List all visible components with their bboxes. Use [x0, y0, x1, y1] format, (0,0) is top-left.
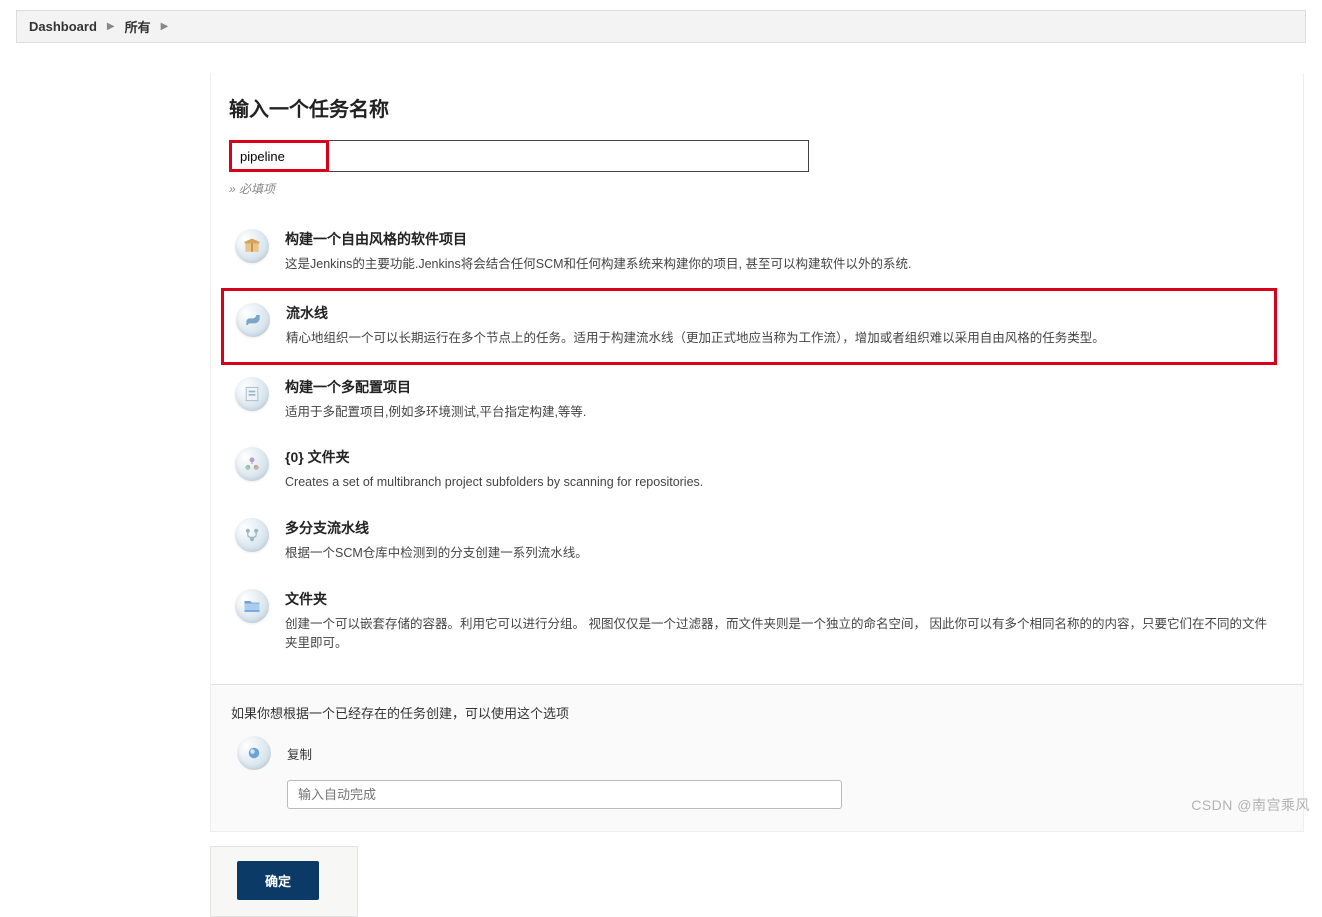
multibranch-icon [235, 518, 269, 552]
org-folder-icon [235, 447, 269, 481]
copy-icon [237, 736, 271, 770]
item-title: 流水线 [286, 303, 1105, 323]
item-title: 多分支流水线 [285, 518, 588, 538]
breadcrumb-all[interactable]: 所有 [125, 17, 151, 36]
chevron-right-icon: ▶ [107, 21, 115, 32]
copy-from-input[interactable] [287, 780, 842, 809]
item-folder[interactable]: 文件夹 创建一个可以嵌套存储的容器。利用它可以进行分组。 视图仅仅是一个过滤器，… [229, 577, 1285, 667]
item-name-input-rest[interactable] [329, 140, 809, 172]
folder-icon [235, 589, 269, 623]
item-desc: 适用于多配置项目,例如多环境测试,平台指定构建,等等. [285, 403, 586, 422]
breadcrumb: Dashboard ▶ 所有 ▶ [16, 10, 1306, 43]
item-title: {0} 文件夹 [285, 447, 703, 467]
footer-bar: 确定 [210, 846, 358, 917]
watermark: CSDN @南宫乘风 [1191, 795, 1310, 815]
item-name-input[interactable] [232, 143, 326, 169]
item-desc: 精心地组织一个可以长期运行在多个节点上的任务。适用于构建流水线（更加正式地应当称… [286, 329, 1105, 348]
breadcrumb-dashboard[interactable]: Dashboard [29, 19, 97, 34]
copy-hint: 如果你想根据一个已经存在的任务创建，可以使用这个选项 [231, 703, 1285, 722]
ok-button[interactable]: 确定 [237, 861, 319, 900]
copy-label: 复制 [287, 744, 312, 763]
pipeline-icon [236, 303, 270, 337]
multiconfig-icon [235, 377, 269, 411]
item-title: 构建一个自由风格的软件项目 [285, 229, 911, 249]
required-hint: » 必填项 [229, 180, 1285, 197]
item-pipeline[interactable]: 流水线 精心地组织一个可以长期运行在多个节点上的任务。适用于构建流水线（更加正式… [221, 288, 1277, 365]
item-multiconfig[interactable]: 构建一个多配置项目 适用于多配置项目,例如多环境测试,平台指定构建,等等. [229, 365, 1285, 436]
item-desc: 根据一个SCM仓库中检测到的分支创建一系列流水线。 [285, 544, 588, 563]
chevron-right-icon: ▶ [161, 21, 169, 32]
item-org-folder[interactable]: {0} 文件夹 Creates a set of multibranch pro… [229, 435, 1285, 506]
item-desc: Creates a set of multibranch project sub… [285, 473, 703, 492]
item-desc: 创建一个可以嵌套存储的容器。利用它可以进行分组。 视图仅仅是一个过滤器，而文件夹… [285, 615, 1279, 653]
box-icon [235, 229, 269, 263]
item-title: 文件夹 [285, 589, 1279, 609]
page-title: 输入一个任务名称 [229, 93, 1285, 122]
item-desc: 这是Jenkins的主要功能.Jenkins将会结合任何SCM和任何构建系统来构… [285, 255, 911, 274]
name-input-highlight [229, 140, 329, 172]
item-multibranch[interactable]: 多分支流水线 根据一个SCM仓库中检测到的分支创建一系列流水线。 [229, 506, 1285, 577]
item-title: 构建一个多配置项目 [285, 377, 586, 397]
item-freestyle[interactable]: 构建一个自由风格的软件项目 这是Jenkins的主要功能.Jenkins将会结合… [229, 217, 1285, 288]
